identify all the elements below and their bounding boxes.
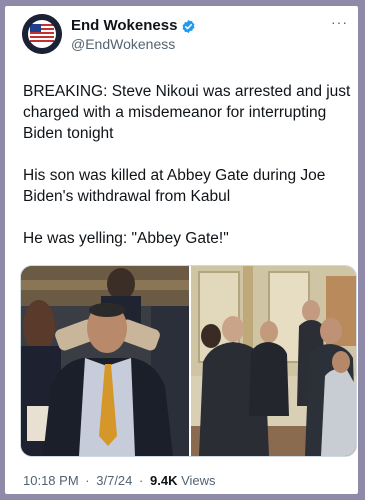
display-name[interactable]: End Wokeness	[71, 17, 177, 35]
tweet-card: End Wokeness @EndWokeness ··· BREAKING: …	[5, 6, 358, 494]
tweet-time[interactable]: 10:18 PM	[23, 473, 79, 488]
tweet-paragraph: His son was killed at Abbey Gate during …	[23, 167, 326, 205]
views-label: Views	[181, 473, 216, 488]
author-name-row[interactable]: End Wokeness	[71, 17, 196, 35]
ellipsis-icon[interactable]: ···	[331, 14, 348, 30]
tweet-paragraph: He was yelling: "Abbey Gate!"	[23, 230, 229, 247]
separator: ·	[85, 473, 90, 488]
tweet-date[interactable]: 3/7/24	[96, 473, 132, 488]
avatar[interactable]	[22, 14, 62, 54]
verified-badge-icon	[182, 19, 195, 33]
author-handle[interactable]: @EndWokeness	[71, 35, 175, 53]
man-shouting-in-audience-photo[interactable]	[21, 266, 189, 456]
media-grid	[20, 265, 357, 457]
flag-seal-icon	[22, 14, 62, 54]
tweet-paragraph: BREAKING: Steve Nikoui was arrested and …	[23, 83, 351, 142]
tweet-text: BREAKING: Steve Nikoui was arrested and …	[23, 81, 353, 270]
tweet-meta: 10:18 PM · 3/7/24 · 9.4K Views	[23, 473, 216, 488]
views-count[interactable]: 9.4K	[150, 473, 177, 488]
group-in-hallway-photo[interactable]	[191, 266, 356, 456]
separator: ·	[139, 473, 144, 488]
